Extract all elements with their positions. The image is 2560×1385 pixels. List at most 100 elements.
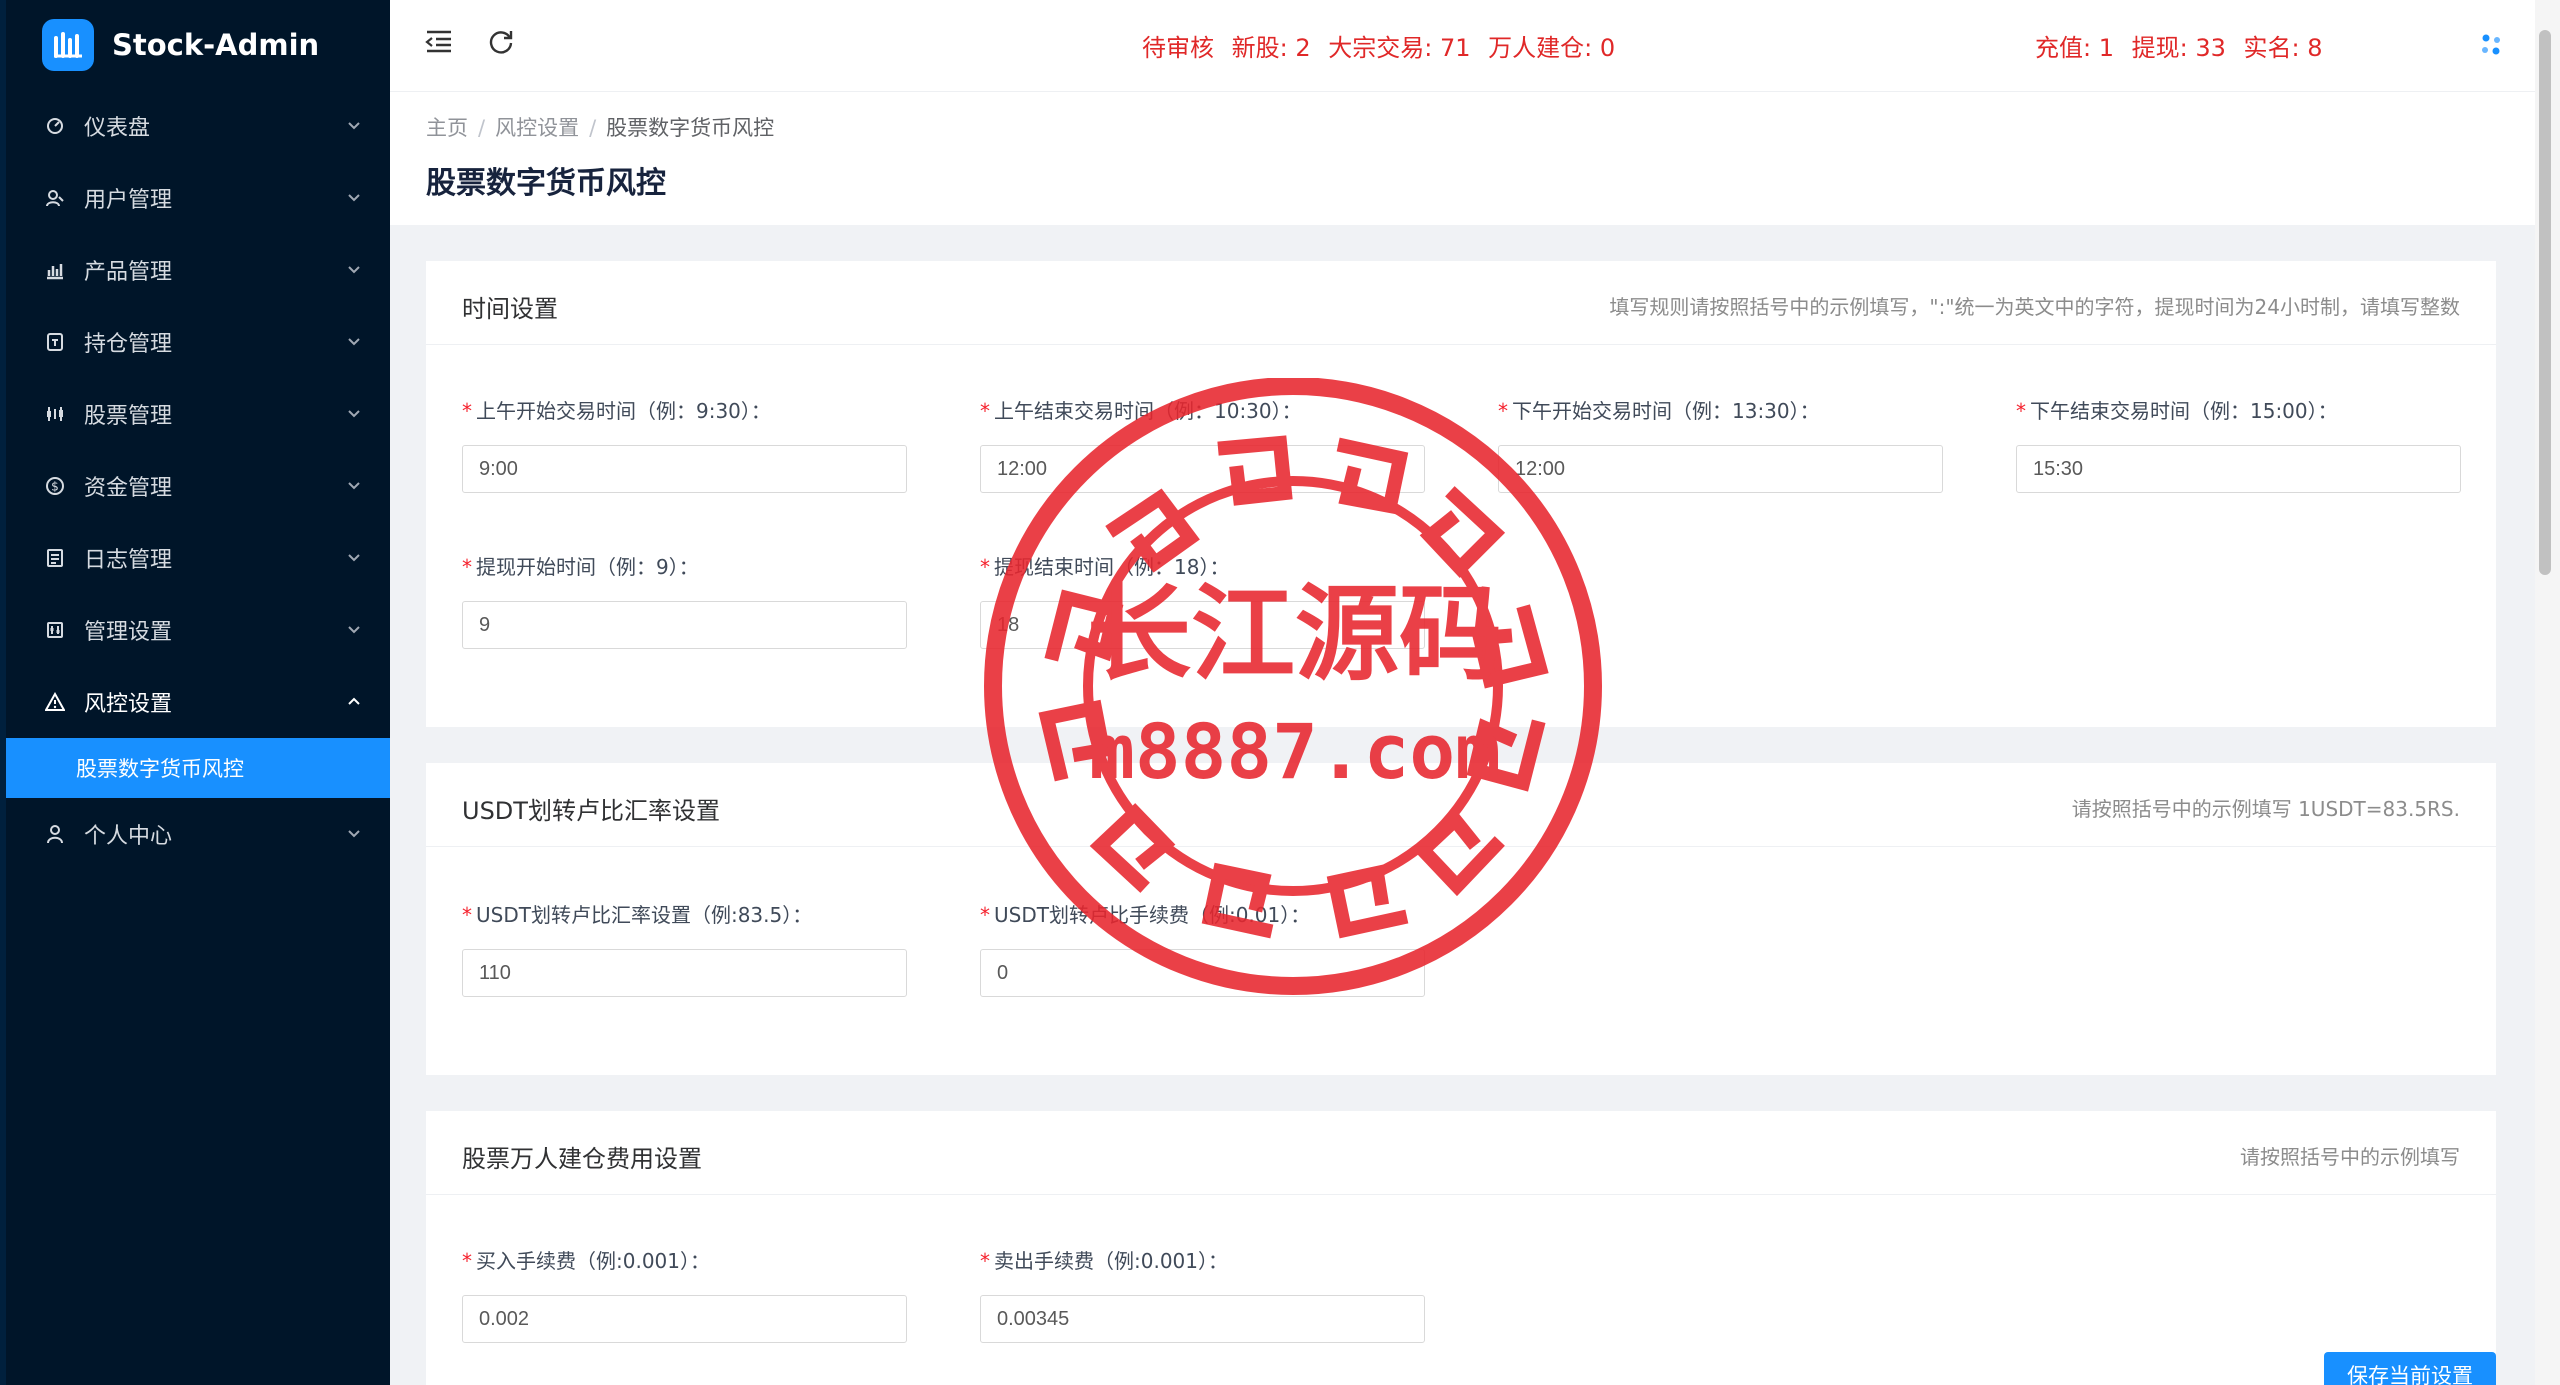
breadcrumb-home[interactable]: 主页 [426,116,468,140]
chevron-down-icon [346,186,362,211]
breadcrumb: 主页 / 风控设置 / 股票数字货币风控 [426,116,775,140]
sidebar-item-profile[interactable]: 个人中心 [6,798,390,870]
stat-withdraw[interactable]: 提现: 33 [2132,34,2226,62]
field-label: 卖出手续费（例:0.001）： [994,1249,1228,1273]
field-label: 提现结束时间（例：18）： [994,555,1230,579]
afternoon-start-input[interactable] [1498,445,1943,493]
afternoon-end-input[interactable] [2016,445,2461,493]
pending-review-stats: 待审核 新股: 2 大宗交易: 71 万人建仓: 0 [1142,28,1625,63]
time-settings-card: 时间设置 填写规则请按照括号中的示例填写，":"统一为英文中的字符，提现时间为2… [426,261,2496,727]
chevron-down-icon [346,258,362,283]
sidebar-item-label: 股票管理 [84,404,173,429]
stat-realname[interactable]: 实名: 8 [2244,34,2323,62]
app-title: Stock-Admin [112,28,320,62]
sidebar-item-funds[interactable]: $ 资金管理 [6,450,390,522]
save-settings-button[interactable]: 保存当前设置 [2324,1352,2496,1385]
stat-pending[interactable]: 待审核 [1142,34,1214,62]
chevron-down-icon [346,474,362,499]
chevron-down-icon [346,618,362,643]
sidebar-item-label: 持仓管理 [84,332,173,357]
sidebar-item-label: 日志管理 [84,548,173,573]
sidebar-item-stocks[interactable]: 股票管理 [6,378,390,450]
sidebar-item-dashboard[interactable]: 仪表盘 [6,90,390,162]
sidebar-item-admin-settings[interactable]: 管理设置 [6,594,390,666]
morning-end-input[interactable] [980,445,1425,493]
field-label: USDT划转卢比手续费（例:0.01）： [994,903,1311,927]
withdraw-start-field: * 提现开始时间（例：9）： [462,551,907,649]
morning-start-field: * 上午开始交易时间（例：9:30）： [462,395,907,493]
morning-end-field: * 上午结束交易时间（例：10:30）： [980,395,1425,493]
breadcrumb-risk-settings[interactable]: 风控设置 [495,116,579,140]
section-title: 时间设置 [462,295,558,323]
field-label: 下午开始交易时间（例：13:30）： [1512,399,1820,423]
page-scrollbar[interactable] [2535,0,2560,1385]
chevron-up-icon [346,690,362,715]
sidebar-item-label: 风控设置 [84,692,173,717]
page-header: 主页 / 风控设置 / 股票数字货币风控 股票数字货币风控 [390,92,2535,225]
page-title: 股票数字货币风控 [426,166,666,201]
money-icon: $ [42,473,68,499]
stock-icon [42,401,68,427]
chart-icon [42,257,68,283]
top-header: 待审核 新股: 2 大宗交易: 71 万人建仓: 0 充值: 1 提现: 33 … [390,0,2535,92]
field-label: 上午结束交易时间（例：10:30）： [994,399,1302,423]
chevron-down-icon [346,546,362,571]
log-icon [42,545,68,571]
section-hint: 请按照括号中的示例填写 [2240,1145,2460,1169]
stat-recharge[interactable]: 充值: 1 [2035,34,2114,62]
loading-dots-icon[interactable] [2478,32,2504,62]
chevron-down-icon [346,330,362,355]
chevron-down-icon [346,822,362,847]
morning-start-input[interactable] [462,445,907,493]
sell-fee-field: * 卖出手续费（例:0.001）： [980,1245,1425,1343]
settings-icon [42,617,68,643]
sidebar-item-logs[interactable]: 日志管理 [6,522,390,594]
field-label: 买入手续费（例:0.001）： [476,1249,710,1273]
withdraw-end-field: * 提现结束时间（例：18）： [980,551,1425,649]
sidebar-item-risk-control[interactable]: 风控设置 [6,666,390,738]
usdt-rate-card: USDT划转卢比汇率设置 请按照括号中的示例填写 1USDT=83.5RS. *… [426,763,2496,1075]
sell-fee-input[interactable] [980,1295,1425,1343]
main-content: 时间设置 填写规则请按照括号中的示例填写，":"统一为英文中的字符，提现时间为2… [390,225,2535,1385]
chevron-down-icon [346,402,362,427]
field-label: USDT划转卢比汇率设置（例:83.5）： [476,903,813,927]
buy-fee-input[interactable] [462,1295,907,1343]
usdt-fee-input[interactable] [980,949,1425,997]
logo[interactable]: Stock-Admin [6,0,390,90]
sidebar: Stock-Admin 仪表盘 用户管理 产品管理 持仓管理 股票管理 $ 资金… [0,0,390,1385]
buy-fee-field: * 买入手续费（例:0.001）： [462,1245,907,1343]
wallet-icon [42,329,68,355]
withdraw-start-input[interactable] [462,601,907,649]
scrollbar-thumb[interactable] [2539,30,2551,575]
mass-position-fee-card: 股票万人建仓费用设置 请按照括号中的示例填写 * 买入手续费（例:0.001）： … [426,1111,2496,1385]
menu-fold-icon[interactable] [424,26,454,60]
chevron-down-icon [346,114,362,139]
sidebar-item-positions[interactable]: 持仓管理 [6,306,390,378]
section-hint: 填写规则请按照括号中的示例填写，":"统一为英文中的字符，提现时间为24小时制，… [1609,295,2460,319]
sidebar-item-label: 用户管理 [84,188,173,213]
sidebar-item-label: 仪表盘 [84,116,151,141]
stat-mass-position[interactable]: 万人建仓: 0 [1488,34,1615,62]
field-label: 下午结束交易时间（例：15:00）： [2030,399,2338,423]
sidebar-item-label: 资金管理 [84,476,173,501]
withdraw-end-input[interactable] [980,601,1425,649]
stat-new-stock[interactable]: 新股: 2 [1232,34,1311,62]
section-title: USDT划转卢比汇率设置 [462,797,720,825]
usdt-rate-input[interactable] [462,949,907,997]
sidebar-item-label: 产品管理 [84,260,173,285]
sidebar-item-label: 个人中心 [84,824,173,849]
sidebar-item-label: 股票数字货币风控 [76,757,244,781]
sidebar-item-stock-crypto-risk[interactable]: 股票数字货币风控 [6,738,390,798]
sidebar-item-products[interactable]: 产品管理 [6,234,390,306]
refresh-icon[interactable] [486,26,516,60]
stat-block-trade[interactable]: 大宗交易: 71 [1328,34,1470,62]
afternoon-start-field: * 下午开始交易时间（例：13:30）： [1498,395,1943,493]
users-icon [42,185,68,211]
sidebar-item-label: 管理设置 [84,620,173,645]
usdt-fee-field: * USDT划转卢比手续费（例:0.01）： [980,899,1425,997]
afternoon-end-field: * 下午结束交易时间（例：15:00）： [2016,395,2461,493]
section-hint: 请按照括号中的示例填写 1USDT=83.5RS. [2071,797,2460,821]
sidebar-item-users[interactable]: 用户管理 [6,162,390,234]
logo-icon [42,19,94,71]
field-label: 提现开始时间（例：9）： [476,555,699,579]
